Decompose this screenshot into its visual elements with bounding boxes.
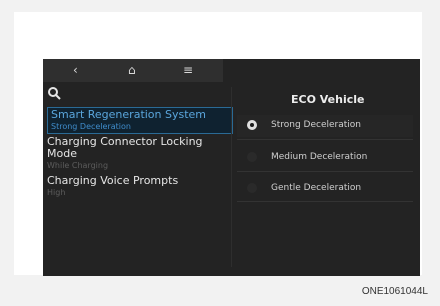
menu-icon[interactable]: ≡ (183, 61, 193, 79)
option-label: Gentle Deceleration (271, 183, 362, 193)
list-item-title: Charging Connector Locking Mode (47, 135, 203, 160)
back-icon[interactable]: ‹ (73, 61, 78, 79)
list-item-value: While Charging (47, 161, 109, 170)
list-item-value: High (47, 188, 66, 197)
radio-selected-icon[interactable] (247, 120, 257, 130)
home-icon[interactable]: ⌂ (128, 61, 136, 79)
option-strong-deceleration[interactable]: Strong Deceleration (237, 115, 413, 137)
figure-caption: ONE1061044L (361, 286, 428, 297)
radio-unselected-icon[interactable] (247, 152, 257, 162)
figure-frame: ‹ ⌂ ≡ Smart Regeneration System Strong D… (14, 12, 422, 276)
option-divider (237, 201, 413, 202)
list-item-smart-regeneration[interactable]: Smart Regeneration System Strong Deceler… (47, 107, 233, 134)
search-icon[interactable] (47, 86, 61, 100)
option-divider (237, 139, 413, 140)
option-label: Strong Deceleration (271, 120, 361, 130)
list-item-title: Charging Voice Prompts (47, 174, 179, 187)
panel-title: ECO Vehicle (291, 93, 365, 106)
list-item-charging-connector-locking[interactable]: Charging Connector Locking Mode While Ch… (43, 134, 233, 173)
infotainment-screen: ‹ ⌂ ≡ Smart Regeneration System Strong D… (43, 59, 420, 276)
option-medium-deceleration[interactable]: Medium Deceleration (237, 147, 413, 169)
settings-list: Smart Regeneration System Strong Deceler… (43, 107, 233, 200)
radio-unselected-icon[interactable] (247, 183, 257, 193)
option-label: Medium Deceleration (271, 152, 368, 162)
option-gentle-deceleration[interactable]: Gentle Deceleration (237, 178, 413, 200)
list-item-title: Smart Regeneration System (51, 108, 207, 121)
list-item-value: Strong Deceleration (51, 122, 131, 131)
top-nav-bar: ‹ ⌂ ≡ (43, 59, 223, 82)
panel-divider (231, 87, 232, 267)
option-divider (237, 171, 413, 172)
list-item-charging-voice-prompts[interactable]: Charging Voice Prompts High (43, 173, 233, 200)
